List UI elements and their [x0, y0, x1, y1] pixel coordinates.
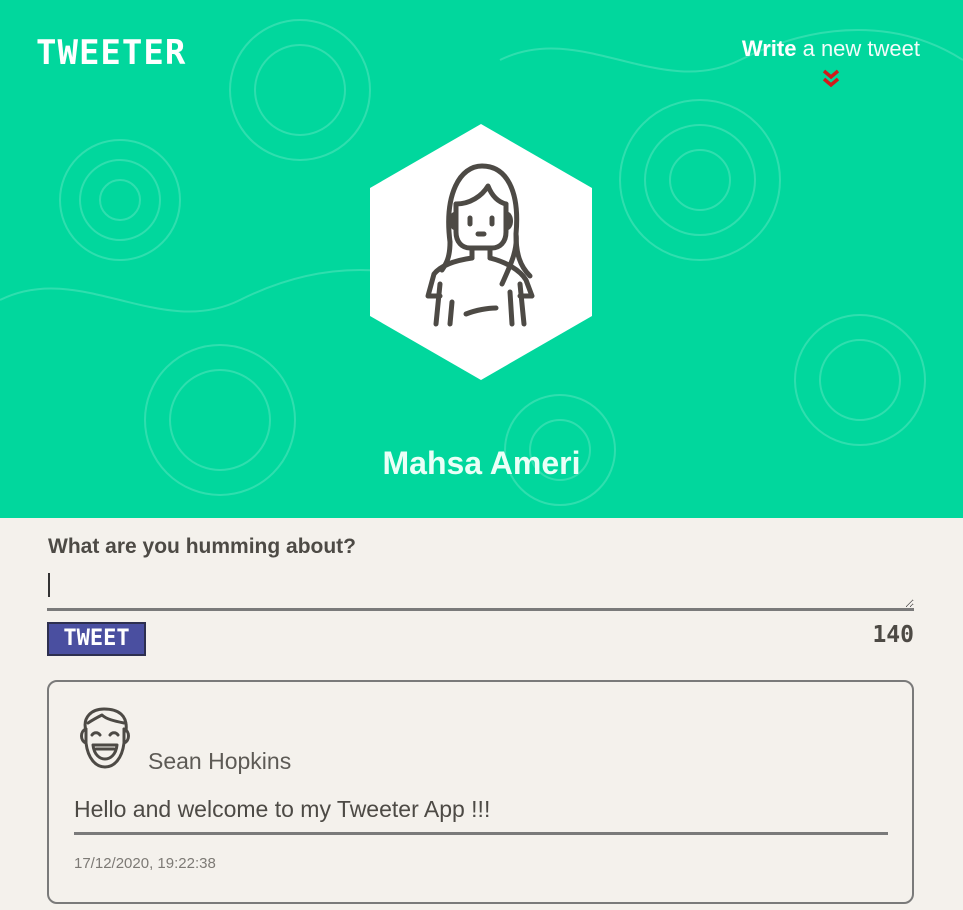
- write-link-bold: Write: [741, 36, 797, 61]
- tweet-author-name: Sean Hopkins: [148, 748, 292, 774]
- compose-label: What are you humming about?: [48, 535, 356, 558]
- tweet-input[interactable]: [47, 569, 914, 611]
- tweet-divider: [74, 832, 888, 835]
- text-cursor: [48, 573, 50, 597]
- laughing-man-avatar-icon: [80, 707, 130, 769]
- write-link-text: a new tweet: [796, 36, 920, 61]
- profile-avatar-icon: [370, 124, 592, 380]
- app-logo[interactable]: TWEETER: [36, 33, 186, 73]
- tweet-timestamp: 17/12/2020, 19:22:38: [74, 855, 216, 872]
- char-counter: 140: [872, 622, 914, 648]
- tweet-card: Sean Hopkins Hello and welcome to my Twe…: [47, 680, 914, 904]
- profile-user-name: Mahsa Ameri: [382, 445, 581, 481]
- tweet-button[interactable]: TWEET: [47, 622, 146, 656]
- double-chevron-down-icon[interactable]: [822, 68, 840, 90]
- tweet-text: Hello and welcome to my Tweeter App !!!: [74, 796, 491, 822]
- profile-header: TWEETER Write a new tweet Mahsa Ameri: [0, 0, 963, 518]
- write-tweet-link[interactable]: Write a new tweet: [742, 36, 920, 62]
